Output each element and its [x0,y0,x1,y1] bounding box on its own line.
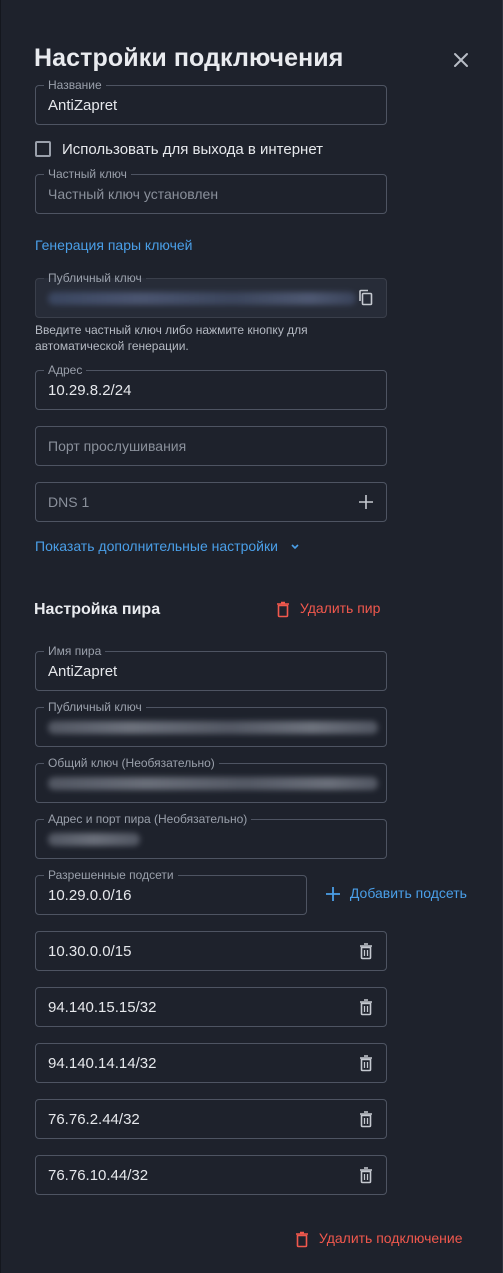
copy-icon [359,289,373,306]
allowed-ip-value: 94.140.14.14/32 [48,1055,157,1072]
connection-name-field[interactable]: Название AntiZapret [35,77,387,125]
copy-button[interactable] [356,288,376,308]
peer-section-title: Настройка пира [34,601,161,618]
public-key-label: Публичный ключ [44,270,146,286]
peer-name-field[interactable]: Имя пира AntiZapret [35,643,387,691]
delete-subnet-button[interactable] [356,1165,376,1185]
close-button[interactable] [450,49,472,71]
delete-subnet-button[interactable] [356,941,376,961]
allowed-ip-field[interactable]: 76.76.2.44/32 [35,1099,387,1139]
private-key-field[interactable]: Частный ключ Частный ключ установлен [35,166,387,214]
allowed-ip-value: 76.76.2.44/32 [48,1111,140,1128]
address-field[interactable]: Адрес 10.29.8.2/24 [35,362,387,410]
peer-name-label: Имя пира [44,643,106,659]
peer-public-key-redacted [48,721,378,734]
preshared-key-field[interactable]: Общий ключ (Необязательно) [35,755,387,803]
add-subnet-button[interactable]: Добавить подсеть [324,885,467,903]
allowed-ip-value: 76.76.10.44/32 [48,1167,149,1184]
public-key-redacted [48,292,356,305]
private-key-label: Частный ключ [44,166,131,182]
plus-icon [359,495,373,509]
delete-subnet-button[interactable] [356,1109,376,1129]
delete-connection-button[interactable]: Удалить подключение [294,1230,463,1248]
preshared-key-label: Общий ключ (Необязательно) [44,755,219,771]
use-for-internet-label[interactable]: Использовать для выхода в интернет [62,141,323,158]
use-for-internet-checkbox[interactable] [35,141,51,157]
allowed-ips-label: Разрешенные подсети [44,867,178,883]
peer-endpoint-field[interactable]: Адрес и порт пира (Необязательно) [35,811,387,859]
allowed-ip-field[interactable]: 76.76.10.44/32 [35,1155,387,1195]
allowed-ip-field[interactable]: 94.140.15.15/32 [35,987,387,1027]
listen-port-placeholder: Порт прослушивания [48,438,187,454]
trash-icon [360,1055,372,1072]
allowed-ips-first-field[interactable]: Разрешенные подсети 10.29.0.0/16 [35,867,307,915]
peer-public-key-label: Публичный ключ [44,699,146,715]
address-label: Адрес [44,362,87,378]
trash-icon [296,1231,308,1248]
connection-settings-panel: Настройки подключения Название AntiZapre… [0,0,503,1273]
preshared-key-redacted [48,777,378,790]
add-dns-button[interactable] [356,492,376,512]
delete-peer-button[interactable]: Удалить пир [275,600,380,618]
peer-endpoint-redacted [48,833,140,846]
delete-subnet-button[interactable] [356,997,376,1017]
allowed-ip-field[interactable]: 10.30.0.0/15 [35,931,387,971]
peer-public-key-field[interactable]: Публичный ключ [35,699,387,747]
public-key-field: Публичный ключ [35,270,387,318]
show-advanced-label: Показать дополнительные настройки [35,538,278,554]
delete-connection-label: Удалить подключение [318,1230,463,1246]
delete-subnet-button[interactable] [356,1053,376,1073]
plus-icon [326,887,340,902]
trash-icon [360,943,372,960]
allowed-ip-value: 10.30.0.0/15 [48,943,132,960]
allowed-ip-value: 94.140.15.15/32 [48,999,157,1016]
trash-icon [360,1167,372,1184]
allowed-ip-value: 10.29.0.0/16 [48,887,132,904]
generate-keys-link[interactable]: Генерация пары ключей [35,237,192,253]
trash-icon [360,999,372,1016]
page-title: Настройки подключения [34,44,344,72]
connection-name-label: Название [44,77,106,93]
private-key-placeholder: Частный ключ установлен [48,186,219,202]
peer-endpoint-label: Адрес и порт пира (Необязательно) [44,811,252,827]
delete-peer-label: Удалить пир [299,600,381,616]
dns-placeholder: DNS 1 [48,494,90,510]
chevron-down-icon [291,544,299,550]
peer-name-value: AntiZapret [48,663,118,680]
close-icon [454,53,468,67]
private-key-hint: Введите частный ключ либо нажмите кнопку… [35,323,308,353]
trash-icon [360,1111,372,1128]
connection-name-value: AntiZapret [48,97,118,114]
trash-icon [277,601,289,618]
add-subnet-label: Добавить подсеть [349,885,467,901]
listen-port-field[interactable]: Порт прослушивания [35,426,387,466]
show-advanced-link[interactable]: Показать дополнительные настройки [35,538,304,554]
allowed-ip-field[interactable]: 94.140.14.14/32 [35,1043,387,1083]
address-value: 10.29.8.2/24 [48,382,132,399]
dns-field[interactable]: DNS 1 [35,482,387,522]
